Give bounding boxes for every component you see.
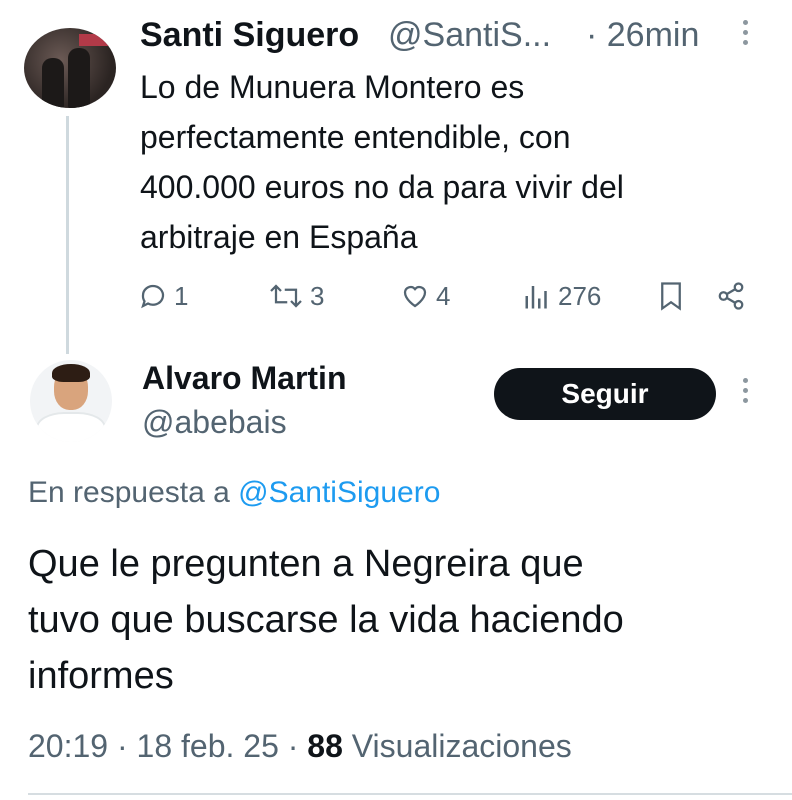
reply-context: En respuesta a @SantiSiguero bbox=[28, 476, 440, 510]
views-count: 88 bbox=[307, 728, 343, 764]
reply-icon bbox=[141, 284, 165, 309]
tweet-time[interactable]: 20:19 bbox=[28, 728, 108, 764]
views-button[interactable]: 276 bbox=[524, 276, 601, 316]
more-icon[interactable] bbox=[740, 378, 750, 418]
tweet-time[interactable]: · 26min bbox=[586, 16, 699, 55]
like-count: 4 bbox=[436, 280, 451, 311]
tweet-date[interactable]: 18 feb. 25 bbox=[137, 728, 279, 764]
tweet-meta: 20:19 · 18 feb. 25 · 88 Visualizaciones bbox=[28, 728, 572, 765]
views-count: 276 bbox=[558, 280, 602, 311]
reply-count: 1 bbox=[174, 280, 189, 311]
retweet-icon bbox=[270, 284, 302, 308]
like-icon bbox=[403, 285, 427, 308]
retweet-button[interactable]: 3 bbox=[268, 276, 324, 316]
retweet-count: 3 bbox=[310, 280, 325, 311]
divider bbox=[28, 793, 792, 795]
separator-dot: · bbox=[287, 728, 299, 764]
author-name[interactable]: Santi Siguero bbox=[140, 16, 359, 55]
bookmark-button[interactable] bbox=[658, 276, 684, 316]
like-button[interactable]: 4 bbox=[400, 276, 450, 316]
reply-prefix: En respuesta a bbox=[28, 476, 239, 509]
author-handle[interactable]: @SantiS... bbox=[388, 16, 551, 55]
share-button[interactable] bbox=[716, 276, 746, 316]
follow-button[interactable]: Seguir bbox=[494, 368, 716, 420]
author-handle[interactable]: @abebais bbox=[142, 404, 287, 441]
more-icon[interactable] bbox=[740, 20, 750, 60]
share-icon bbox=[718, 282, 744, 310]
thread-line bbox=[66, 116, 69, 354]
separator-dot: · bbox=[116, 728, 128, 764]
views-label: Visualizaciones bbox=[351, 728, 572, 764]
tweet-text: Que le pregunten a Negreira que tuvo que… bbox=[28, 543, 624, 697]
reply-button[interactable]: 1 bbox=[138, 276, 188, 316]
tweet-text: Lo de Munuera Montero es perfectamente e… bbox=[140, 69, 624, 255]
author-name[interactable]: Alvaro Martin bbox=[142, 360, 346, 397]
views-icon bbox=[525, 286, 547, 309]
reply-mention-link[interactable]: @SantiSiguero bbox=[238, 476, 440, 509]
avatar-santi-siguero[interactable] bbox=[24, 28, 116, 108]
avatar-alvaro-martin[interactable] bbox=[30, 360, 112, 442]
bookmark-icon bbox=[661, 282, 681, 311]
